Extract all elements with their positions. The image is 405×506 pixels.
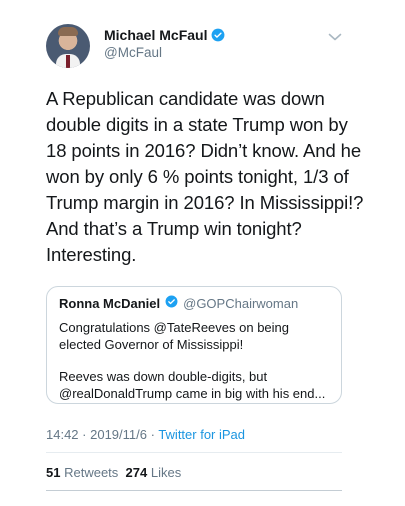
likes-stat[interactable]: 274 Likes [126, 465, 182, 480]
quoted-author-handle: @GOPChairwoman [183, 296, 299, 311]
tweet-stats: 51 Retweets 274 Likes [46, 465, 181, 480]
author-handle[interactable]: @McFaul [104, 45, 225, 60]
tweet-time[interactable]: 14:42 [46, 427, 79, 442]
avatar[interactable] [46, 24, 90, 68]
retweets-stat[interactable]: 51 Retweets [46, 465, 118, 480]
quoted-tweet[interactable]: Ronna McDaniel @GOPChairwoman Congratula… [46, 286, 342, 404]
quoted-tweet-text-2: Reeves was down double-digits, but @real… [59, 369, 326, 401]
tweet-date[interactable]: 2019/11/6 [90, 427, 147, 442]
meta-separator: · [146, 427, 159, 442]
retweets-count: 51 [46, 465, 61, 480]
tweet-card: Michael McFaul @McFaul A Republican cand… [0, 0, 405, 506]
chevron-down-icon[interactable] [328, 32, 342, 42]
author-names: Michael McFaul @McFaul [104, 27, 225, 60]
meta-separator: · [78, 427, 91, 442]
likes-count: 274 [125, 465, 148, 480]
quoted-author-name: Ronna McDaniel [59, 296, 161, 311]
quoted-verified-badge-icon [165, 295, 178, 308]
likes-label: Likes [150, 465, 182, 480]
tweet-header: Michael McFaul @McFaul [46, 24, 356, 68]
author-name[interactable]: Michael McFaul [104, 27, 207, 43]
divider [46, 452, 342, 453]
tweet-meta: 14:42 · 2019/11/6 · Twitter for iPad [46, 427, 245, 442]
avatar-tie [66, 55, 70, 68]
verified-badge-icon [212, 28, 225, 42]
tweet-source-link[interactable]: Twitter for iPad [158, 427, 245, 442]
quoted-tweet-text-1: Congratulations @TateReeves on being ele… [59, 320, 290, 352]
author-name-row: Michael McFaul [104, 27, 225, 43]
tweet-text: A Republican candidate was down double d… [46, 88, 364, 265]
quoted-tweet-header: Ronna McDaniel @GOPChairwoman [59, 295, 329, 311]
avatar-hair [58, 27, 78, 36]
divider [46, 490, 342, 491]
retweets-label: Retweets [64, 465, 119, 480]
